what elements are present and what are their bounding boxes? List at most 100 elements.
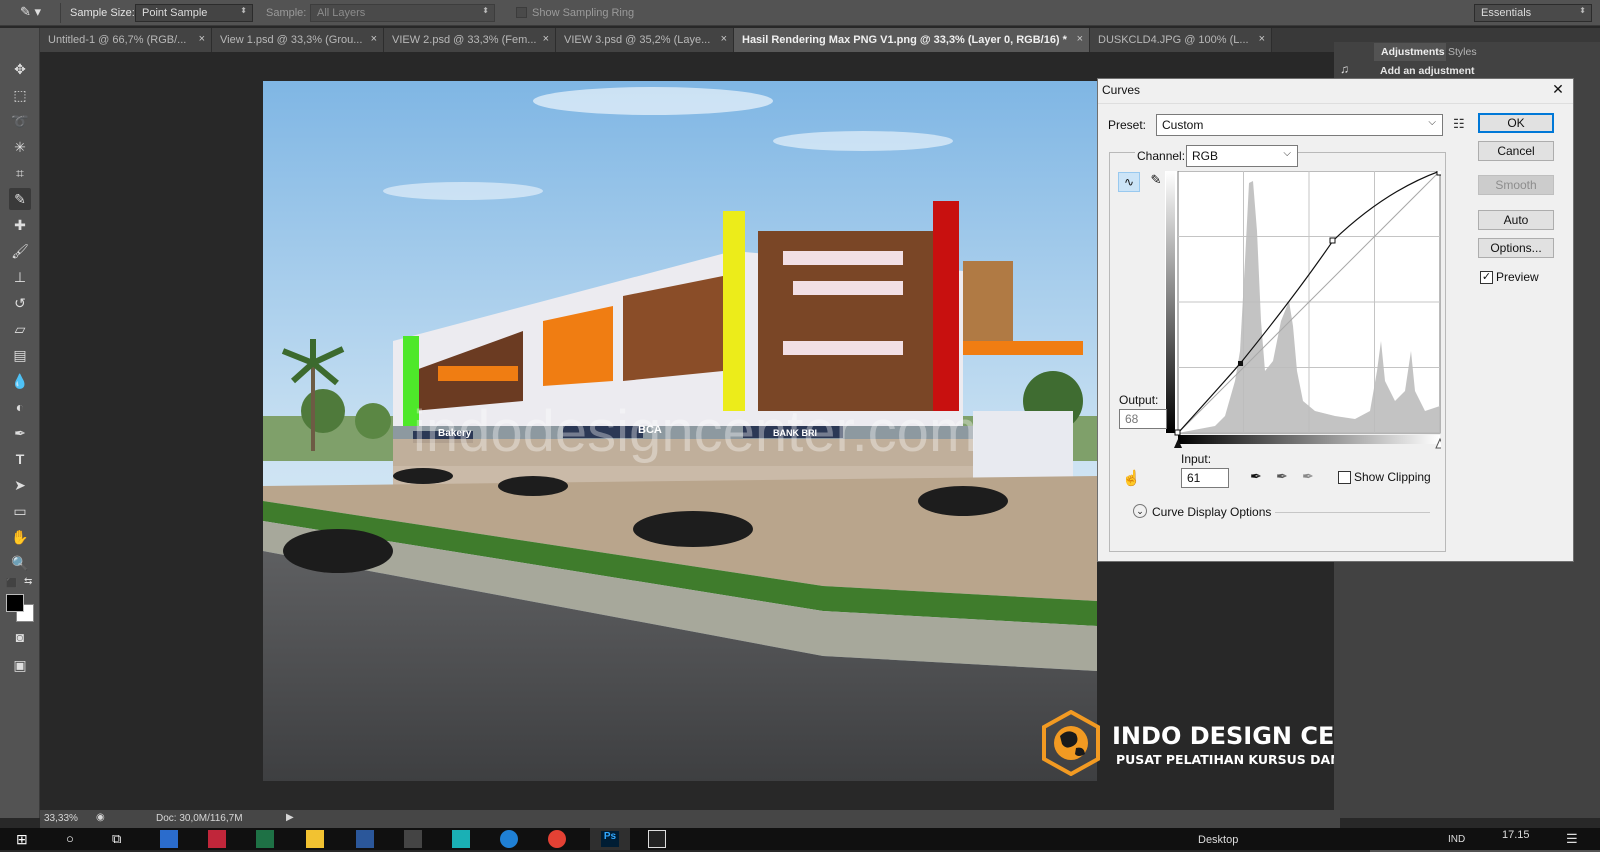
auto-button[interactable]: Auto [1478, 210, 1554, 230]
close-tab-icon[interactable]: × [721, 33, 727, 45]
autocad-icon[interactable] [404, 830, 422, 848]
status-info-icon[interactable]: ◉ [96, 812, 105, 823]
on-image-adjust-icon[interactable]: ☝ [1122, 469, 1141, 487]
channel-select[interactable]: RGB ⌵ [1186, 145, 1298, 167]
edge-icon[interactable] [500, 830, 518, 848]
output-field[interactable]: 68 [1119, 409, 1167, 429]
document-tab-active[interactable]: Hasil Rendering Max PNG V1.png @ 33,3% (… [734, 28, 1090, 52]
photos-icon[interactable] [648, 830, 666, 848]
tab-adjustments[interactable]: Adjustments [1374, 43, 1446, 61]
hand-tool-icon[interactable]: ✋ [9, 526, 31, 548]
options-button[interactable]: Options... [1478, 238, 1554, 258]
black-point-eyedropper-icon[interactable]: ✒ [1250, 468, 1262, 485]
close-tab-icon[interactable]: × [199, 33, 205, 45]
sample-size-label: Sample Size: [70, 7, 135, 19]
document-tab[interactable]: Untitled-1 @ 66,7% (RGB/... × [40, 28, 212, 52]
app-icon[interactable] [208, 830, 226, 848]
marquee-tool-icon[interactable]: ⬚ [9, 84, 31, 106]
windows-taskbar: ⊞ ○ ⧉ Ps Desktop IND 17.15 ☰ [0, 828, 1600, 850]
close-tab-icon[interactable]: × [371, 33, 377, 45]
preset-options-icon[interactable]: ☷ [1453, 116, 1465, 132]
history-brush-tool-icon[interactable]: ↺ [9, 292, 31, 314]
zoom-tool-icon[interactable]: 🔍 [9, 552, 31, 574]
gray-point-eyedropper-icon[interactable]: ✒ [1276, 468, 1288, 485]
curve-point-tool-icon[interactable]: ∿ [1118, 172, 1140, 192]
lasso-tool-icon[interactable]: ➰ [9, 110, 31, 132]
cancel-button[interactable]: Cancel [1478, 141, 1554, 161]
language-indicator[interactable]: IND [1448, 834, 1465, 845]
default-colors-icon[interactable]: ⬛ [6, 578, 17, 588]
pencil-draw-icon[interactable]: ✎ [1146, 172, 1166, 192]
clock[interactable]: 17.15 [1502, 829, 1530, 841]
document-tab[interactable]: VIEW 2.psd @ 33,3% (Fem... × [384, 28, 556, 52]
zoom-level[interactable]: 33,33% [44, 813, 78, 824]
search-icon[interactable]: ○ [66, 831, 74, 846]
screen-mode-icon[interactable]: ▣ [9, 654, 31, 676]
sample-size-value: Point Sample [142, 7, 208, 19]
type-tool-icon[interactable]: T [9, 448, 31, 470]
rendered-building-image: indodesigncenter.com Bakery BCA BANK BRI [263, 81, 1097, 781]
quick-mask-icon[interactable]: ◙ [9, 626, 31, 648]
preset-select[interactable]: Custom ⌵ [1156, 114, 1443, 136]
chrome-icon[interactable] [548, 830, 566, 848]
dodge-tool-icon[interactable]: ◐ [9, 396, 31, 418]
notification-icon[interactable]: ☰ [1566, 831, 1578, 847]
panel-collapse-bar[interactable] [1334, 28, 1600, 42]
show-clipping-checkbox[interactable] [1338, 471, 1351, 484]
blur-tool-icon[interactable]: 💧 [9, 370, 31, 392]
brush-tool-icon[interactable]: 🖌 [9, 240, 31, 262]
app-n-icon[interactable] [452, 830, 470, 848]
eyedropper-tool-icon[interactable]: ✎ [9, 188, 31, 210]
curves-dialog: Curves ✕ Preset: Custom ⌵ ☷ Channel: RGB ⌵… [1097, 78, 1574, 562]
toolbox: ✥ ⬚ ➰ ✳ ⌗ ✎ ✚ 🖌 ⊥ ↺ ▱ ▤ 💧 ◐ ✒ T ➤ ▭ ✋ 🔍 … [0, 28, 40, 818]
preview-checkbox[interactable]: ✓ [1480, 271, 1493, 284]
sampling-ring-checkbox[interactable] [516, 7, 527, 18]
magic-wand-tool-icon[interactable]: ✳ [9, 136, 31, 158]
sample-layers-select[interactable]: All Layers ⬍ [310, 4, 495, 22]
pen-tool-icon[interactable]: ✒ [9, 422, 31, 444]
doc-size: Doc: 30,0M/116,7M [156, 813, 243, 824]
close-tab-icon[interactable]: × [543, 33, 549, 45]
preview-label: Preview [1496, 270, 1539, 284]
healing-brush-tool-icon[interactable]: ✚ [9, 214, 31, 236]
photoshop-icon[interactable]: Ps [590, 828, 630, 850]
windows-start-icon[interactable]: ⊞ [16, 831, 28, 848]
document-tab[interactable]: View 1.psd @ 33,3% (Grou... × [212, 28, 384, 52]
channel-value: RGB [1192, 149, 1219, 163]
foreground-color-swatch[interactable] [6, 594, 24, 612]
gradient-tool-icon[interactable]: ▤ [9, 344, 31, 366]
clone-stamp-tool-icon[interactable]: ⊥ [9, 266, 31, 288]
file-explorer-icon[interactable] [306, 830, 324, 848]
path-selection-tool-icon[interactable]: ➤ [9, 474, 31, 496]
document-canvas[interactable]: indodesigncenter.com Bakery BCA BANK BRI [263, 81, 1097, 781]
store-icon[interactable] [160, 830, 178, 848]
expand-chevron-icon[interactable]: ⌄ [1133, 504, 1147, 518]
document-tab[interactable]: DUSKCLD4.JPG @ 100% (L... × [1090, 28, 1272, 52]
eyedropper-tool-preset-icon[interactable]: ✎ ▾ [20, 4, 52, 22]
close-tab-icon[interactable]: × [1077, 33, 1083, 45]
eraser-tool-icon[interactable]: ▱ [9, 318, 31, 340]
curve-graph[interactable] [1165, 171, 1441, 449]
task-view-icon[interactable]: ⧉ [112, 831, 121, 847]
status-menu-arrow-icon[interactable]: ▶ [286, 812, 294, 823]
tab-styles[interactable]: Styles [1448, 46, 1477, 58]
white-point-eyedropper-icon[interactable]: ✒ [1302, 468, 1314, 485]
rectangle-tool-icon[interactable]: ▭ [9, 500, 31, 522]
workspace-select[interactable]: Essentials ⬍ [1474, 4, 1592, 22]
swap-colors-icon[interactable]: ⇆ [24, 576, 32, 587]
desktop-label[interactable]: Desktop [1198, 834, 1238, 846]
crop-tool-icon[interactable]: ⌗ [9, 162, 31, 184]
sample-size-select[interactable]: Point Sample ⬍ [135, 4, 253, 22]
curve-display-options-label[interactable]: Curve Display Options [1152, 505, 1271, 519]
sign-bca: BCA [638, 424, 662, 436]
ok-button[interactable]: OK [1478, 113, 1554, 133]
canvas-watermark: indodesigncenter.com [413, 399, 977, 464]
word-icon[interactable] [356, 830, 374, 848]
input-field[interactable]: 61 [1181, 468, 1229, 488]
close-icon[interactable]: ✕ [1548, 81, 1568, 101]
excel-icon[interactable] [256, 830, 274, 848]
close-tab-icon[interactable]: × [1259, 33, 1265, 45]
document-tab[interactable]: VIEW 3.psd @ 35,2% (Laye... × [556, 28, 734, 52]
smooth-button: Smooth [1478, 175, 1554, 195]
move-tool-icon[interactable]: ✥ [9, 58, 31, 80]
